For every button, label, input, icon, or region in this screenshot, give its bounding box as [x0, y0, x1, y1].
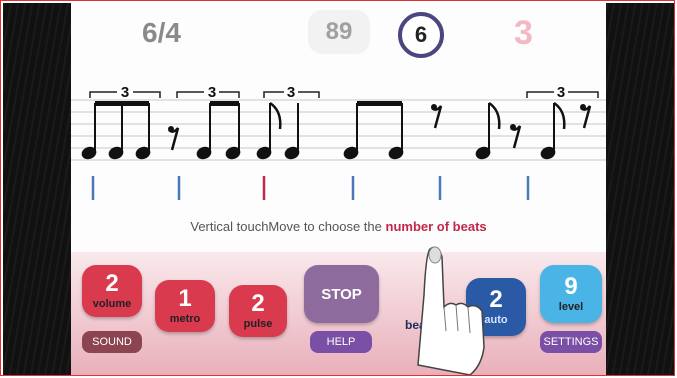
level-value: 9 [564, 273, 578, 300]
note-group-4 [343, 101, 404, 160]
instruction-prefix: Vertical touchMove to choose the [190, 219, 386, 234]
help-button[interactable]: HELP [310, 331, 372, 353]
instruction-text: Vertical touchMove to choose the number … [0, 219, 677, 234]
volume-value: 2 [105, 270, 119, 297]
triplet-label: 3 [208, 84, 216, 101]
metro-label: metro [169, 313, 201, 325]
stop-label: STOP [321, 285, 362, 303]
level-button[interactable]: 9 level [540, 265, 602, 323]
note-group-1 [81, 101, 151, 160]
volume-label: volume [92, 298, 132, 310]
note-group-2 [196, 101, 241, 160]
pulse-value: 2 [251, 290, 265, 317]
triplet-brackets [89, 91, 599, 98]
triplet-label: 3 [121, 84, 129, 101]
triplet-label: 3 [557, 84, 565, 101]
rhythm-notation: 3 3 3 3 [71, 84, 606, 200]
left-border [3, 3, 71, 375]
triplet-label: 3 [287, 84, 295, 101]
sound-button[interactable]: SOUND [82, 331, 142, 353]
metro-value: 1 [178, 285, 192, 312]
instruction-highlight: number of beats [385, 219, 487, 234]
volume-button[interactable]: 2 volume [82, 265, 142, 317]
right-border [606, 3, 674, 375]
level-label: level [558, 301, 584, 313]
metro-button[interactable]: 1 metro [155, 280, 215, 332]
pulse-button[interactable]: 2 pulse [229, 285, 287, 337]
pulse-label: pulse [243, 318, 273, 330]
stop-button[interactable]: STOP [304, 265, 379, 323]
hand-gesture-icon [417, 246, 485, 375]
settings-button[interactable]: SETTINGS [540, 331, 602, 353]
beat-markers [91, 176, 530, 200]
